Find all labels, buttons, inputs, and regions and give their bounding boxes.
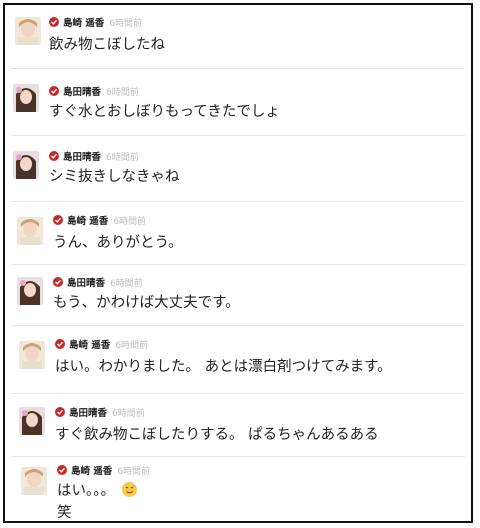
timestamp: 6時間前 <box>110 278 143 289</box>
divider <box>11 456 465 457</box>
message-text: はい。わかりました。 あとは漂白剤つけてみます。 <box>55 359 392 375</box>
timestamp: 6時間前 <box>115 340 149 351</box>
timestamp: 6時間前 <box>113 216 147 227</box>
message-text: すぐ水とおしぼりもってきたでしょ <box>49 104 280 120</box>
user-name[interactable]: 島田晴香 <box>63 84 101 98</box>
message-text: 飲み物こぼしたね <box>49 37 165 53</box>
message-text-line: はい。。。 <box>57 483 115 499</box>
verified-icon <box>49 17 59 27</box>
message-meta: 島田晴香 6時間前 <box>49 84 139 98</box>
verified-icon <box>57 465 67 475</box>
message-text: すぐ飲み物こぼしたりする。 ぱるちゃんあるある <box>55 427 379 443</box>
message-text: はい。。。 <box>57 481 137 501</box>
timestamp: 6時間前 <box>117 466 151 477</box>
chat-timeline: 島崎 遥香 6時間前 飲み物こぼしたね 島田晴香 6時間前 すぐ水とおしぼりもっ… <box>3 3 473 523</box>
message-text: シミ抜きしなきゃね <box>49 169 180 185</box>
timestamp: 6時間前 <box>112 408 145 419</box>
verified-icon <box>49 151 59 161</box>
verified-icon <box>49 86 59 96</box>
user-name[interactable]: 島田晴香 <box>63 149 101 163</box>
message-meta: 島田晴香 6時間前 <box>55 405 145 419</box>
divider <box>11 68 465 69</box>
divider <box>11 135 465 136</box>
message-text: うん、ありがとう。 <box>53 235 183 251</box>
user-avatar[interactable] <box>13 151 39 179</box>
divider <box>11 325 465 326</box>
verified-icon <box>53 215 63 225</box>
timestamp: 6時間前 <box>106 87 139 98</box>
user-avatar[interactable] <box>19 341 45 369</box>
user-name[interactable]: 島田晴香 <box>69 405 107 419</box>
message-text: もう、かわけば大丈夫です。 <box>53 295 240 311</box>
divider <box>11 393 465 394</box>
user-name[interactable]: 島崎 遥香 <box>63 15 104 29</box>
user-name[interactable]: 島崎 遥香 <box>69 337 110 351</box>
timestamp: 6時間前 <box>109 18 143 29</box>
user-name[interactable]: 島崎 遥香 <box>71 463 112 477</box>
message-meta: 島田晴香 6時間前 <box>49 149 139 163</box>
user-avatar[interactable] <box>15 17 41 45</box>
message-meta: 島崎 遥香 6時間前 <box>49 15 142 29</box>
user-avatar[interactable] <box>17 217 43 245</box>
message-meta: 島崎 遥香 6時間前 <box>53 213 146 227</box>
user-name[interactable]: 島田晴香 <box>67 275 105 289</box>
user-avatar[interactable] <box>13 84 39 112</box>
message-meta: 島田晴香 6時間前 <box>53 275 143 289</box>
divider <box>11 264 465 265</box>
timestamp: 6時間前 <box>106 152 139 163</box>
user-avatar[interactable] <box>17 277 43 305</box>
message-text-line: 笑 <box>57 505 72 521</box>
verified-icon <box>55 407 65 417</box>
sweat-smile-emoji-icon <box>121 482 137 497</box>
message-meta: 島崎 遥香 6時間前 <box>57 463 150 477</box>
verified-icon <box>53 277 63 287</box>
user-name[interactable]: 島崎 遥香 <box>67 213 108 227</box>
user-avatar[interactable] <box>21 467 47 495</box>
verified-icon <box>55 339 65 349</box>
divider <box>11 201 465 202</box>
message-meta: 島崎 遥香 6時間前 <box>55 337 148 351</box>
user-avatar[interactable] <box>19 407 45 435</box>
